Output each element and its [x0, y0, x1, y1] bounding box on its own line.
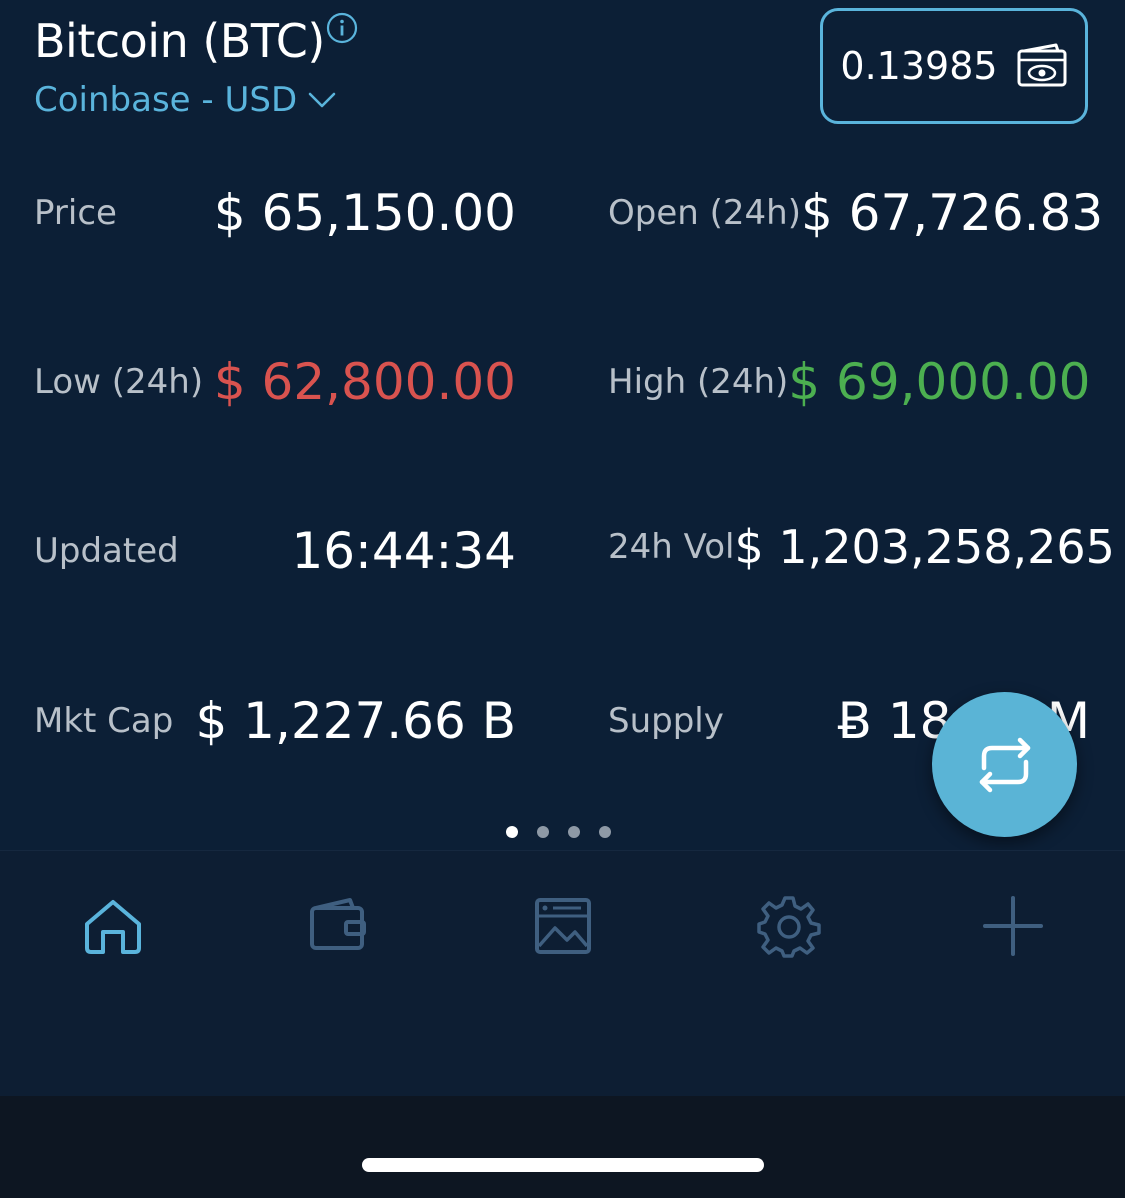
- exchange-label: Coinbase - USD: [34, 80, 298, 120]
- page-dot-active: [506, 826, 518, 838]
- wallet-eye-icon: [1017, 43, 1067, 87]
- chevron-down-icon: [308, 92, 336, 108]
- stat-label: Mkt Cap: [34, 701, 174, 741]
- exchange-selector[interactable]: Coinbase - USD: [34, 80, 337, 120]
- page-indicator[interactable]: [506, 826, 611, 838]
- stat-label: High (24h): [608, 362, 789, 402]
- home-indicator[interactable]: [362, 1158, 764, 1172]
- stat-value: $ 65,150.00: [213, 184, 516, 242]
- app-screen: Bitcoin (BTC) Coinbase - USD 0.13985 Pri…: [0, 0, 1125, 1198]
- stat-price: Price $ 65,150.00: [34, 168, 516, 258]
- home-icon: [85, 900, 141, 954]
- page-dot: [568, 826, 580, 838]
- add-icon: [983, 896, 1043, 956]
- tab-home[interactable]: [78, 891, 148, 961]
- tab-wallet[interactable]: [303, 891, 373, 961]
- stat-value: 16:44:34: [291, 522, 516, 580]
- stat-label: Updated: [34, 531, 179, 571]
- page-dot: [537, 826, 549, 838]
- swap-icon: [979, 737, 1030, 792]
- holdings-button[interactable]: 0.13985: [820, 8, 1088, 124]
- swap-button[interactable]: [932, 692, 1077, 837]
- tab-news[interactable]: [528, 891, 598, 961]
- stat-high: High (24h) $ 69,000.00: [608, 337, 1090, 427]
- page-dot: [599, 826, 611, 838]
- stat-volume: 24h Vol $ 1,203,258,265: [608, 502, 1115, 592]
- tab-bar: [0, 850, 1125, 1097]
- coin-title: Bitcoin (BTC): [34, 14, 325, 68]
- stat-value: $ 1,203,258,265: [734, 520, 1115, 574]
- stat-label: Open (24h): [608, 193, 801, 233]
- stat-low: Low (24h) $ 62,800.00: [34, 337, 516, 427]
- settings-icon: [757, 896, 821, 958]
- wallet-icon: [310, 898, 366, 950]
- stat-updated: Updated 16:44:34: [34, 506, 516, 596]
- stat-label: Supply: [608, 701, 724, 741]
- tab-settings[interactable]: [754, 891, 824, 961]
- stat-label: Low (24h): [34, 362, 204, 402]
- tab-add[interactable]: [978, 891, 1048, 961]
- stat-value: $ 67,726.83: [800, 184, 1104, 242]
- home-indicator-area: [0, 1096, 1125, 1198]
- news-icon: [535, 898, 591, 954]
- stat-value: $ 69,000.00: [788, 353, 1091, 411]
- holdings-value: 0.13985: [840, 44, 998, 88]
- stat-label: 24h Vol: [608, 527, 735, 567]
- info-icon[interactable]: [326, 12, 358, 44]
- stat-value: $ 62,800.00: [213, 353, 516, 411]
- stat-mkt-cap: Mkt Cap $ 1,227.66 B: [34, 676, 516, 766]
- stat-open: Open (24h) $ 67,726.83: [608, 168, 1103, 258]
- stat-label: Price: [34, 193, 117, 233]
- stat-value: $ 1,227.66 B: [195, 692, 516, 750]
